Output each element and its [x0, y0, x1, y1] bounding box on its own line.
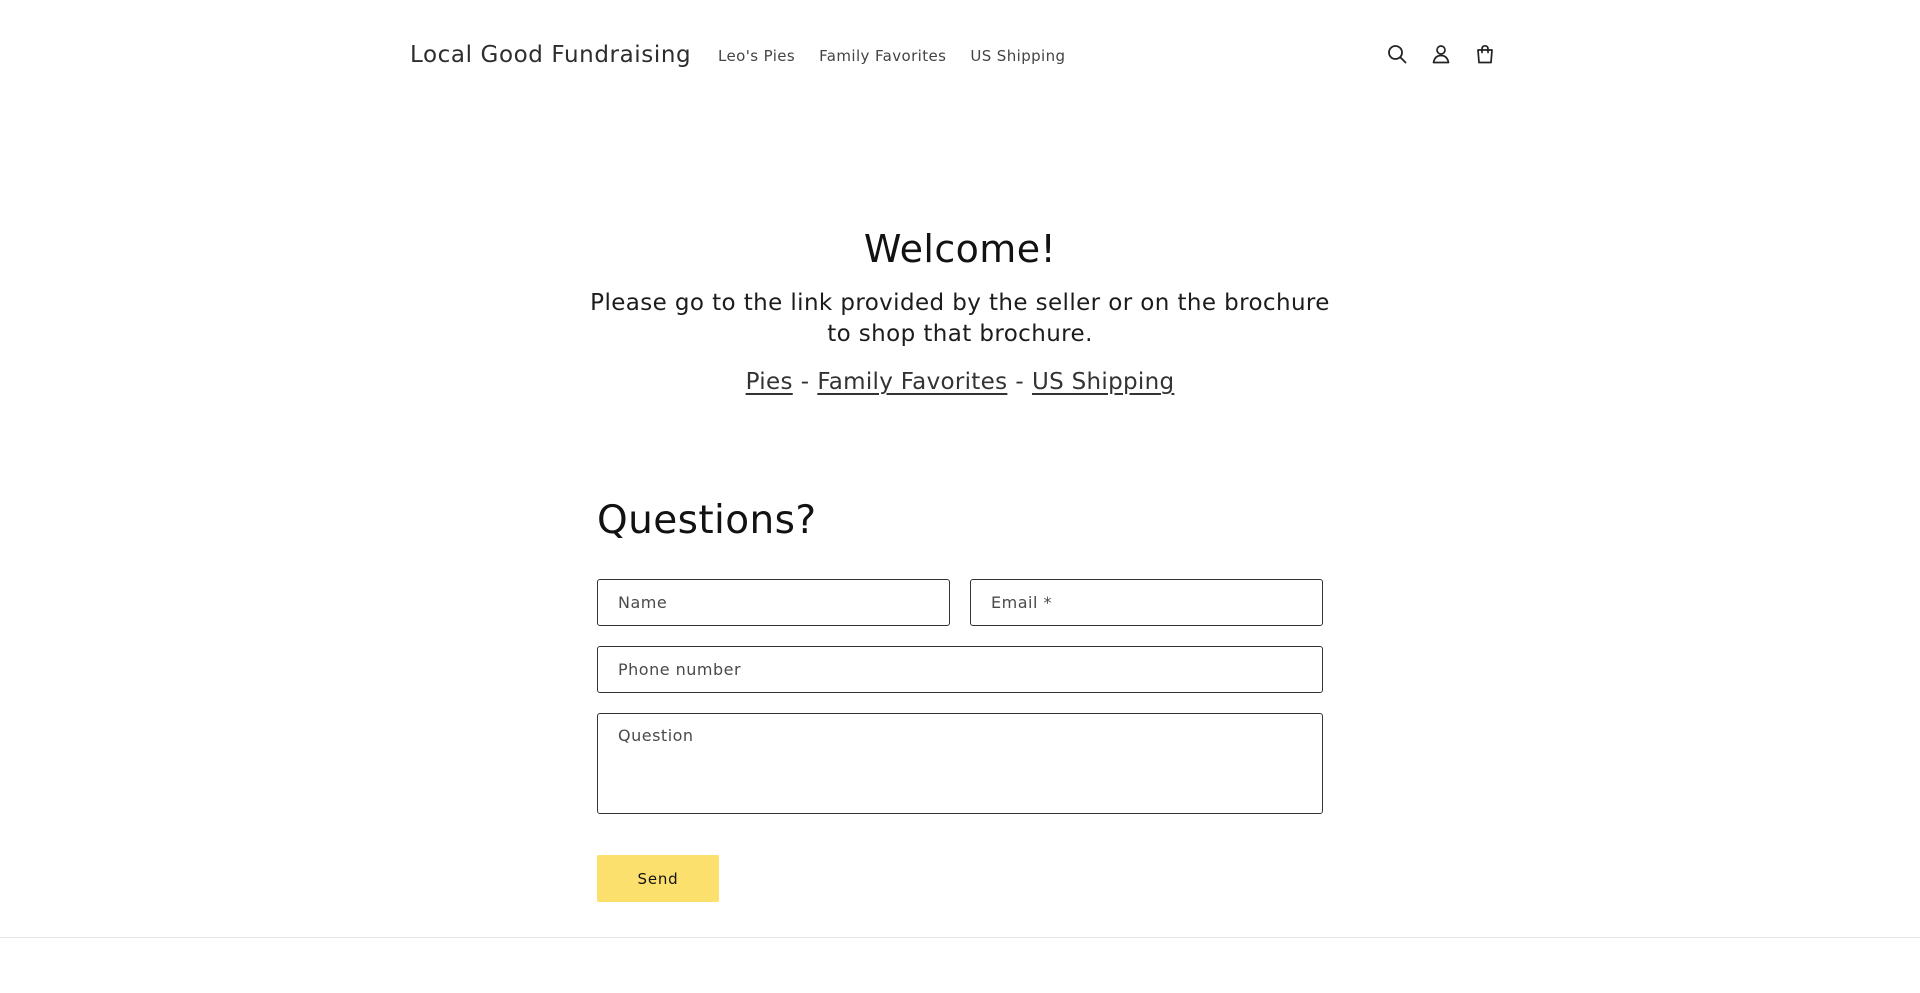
brochure-links: Pies - Family Favorites - US Shipping — [560, 369, 1360, 395]
us-shipping-link[interactable]: US Shipping — [1032, 369, 1174, 395]
welcome-section: Welcome! Please go to the link provided … — [560, 222, 1360, 395]
phone-field-box — [597, 646, 1323, 693]
main-nav: Leo's Pies Family Favorites US Shipping — [718, 47, 1065, 65]
question-textarea[interactable] — [598, 714, 1322, 813]
site-logo[interactable]: Local Good Fundraising — [410, 42, 691, 68]
search-icon[interactable] — [1386, 43, 1408, 65]
question-field-box — [597, 713, 1323, 814]
link-separator: - — [1015, 369, 1024, 395]
site-header: Local Good Fundraising Leo's Pies Family… — [0, 0, 1920, 116]
welcome-subtitle: Please go to the link provided by the se… — [590, 290, 1330, 347]
contact-title: Questions? — [597, 498, 817, 543]
cart-icon[interactable] — [1474, 43, 1496, 65]
link-separator: - — [800, 369, 810, 395]
send-button[interactable]: Send — [597, 855, 719, 902]
nav-link-family-favorites[interactable]: Family Favorites — [819, 47, 946, 65]
name-input[interactable] — [598, 580, 949, 625]
phone-input[interactable] — [598, 647, 1322, 692]
nav-link-us-shipping[interactable]: US Shipping — [970, 47, 1065, 65]
pies-link[interactable]: Pies — [746, 369, 793, 395]
account-icon[interactable] — [1430, 43, 1452, 65]
email-input[interactable] — [971, 580, 1322, 625]
footer-divider — [0, 937, 1920, 938]
welcome-title: Welcome! — [863, 227, 1057, 271]
contact-form: Questions? Send — [597, 496, 1323, 902]
name-field-box — [597, 579, 950, 626]
family-favorites-link[interactable]: Family Favorites — [817, 369, 1007, 395]
header-icons — [1386, 43, 1496, 65]
nav-link-leos-pies[interactable]: Leo's Pies — [718, 47, 795, 65]
email-field-box — [970, 579, 1323, 626]
